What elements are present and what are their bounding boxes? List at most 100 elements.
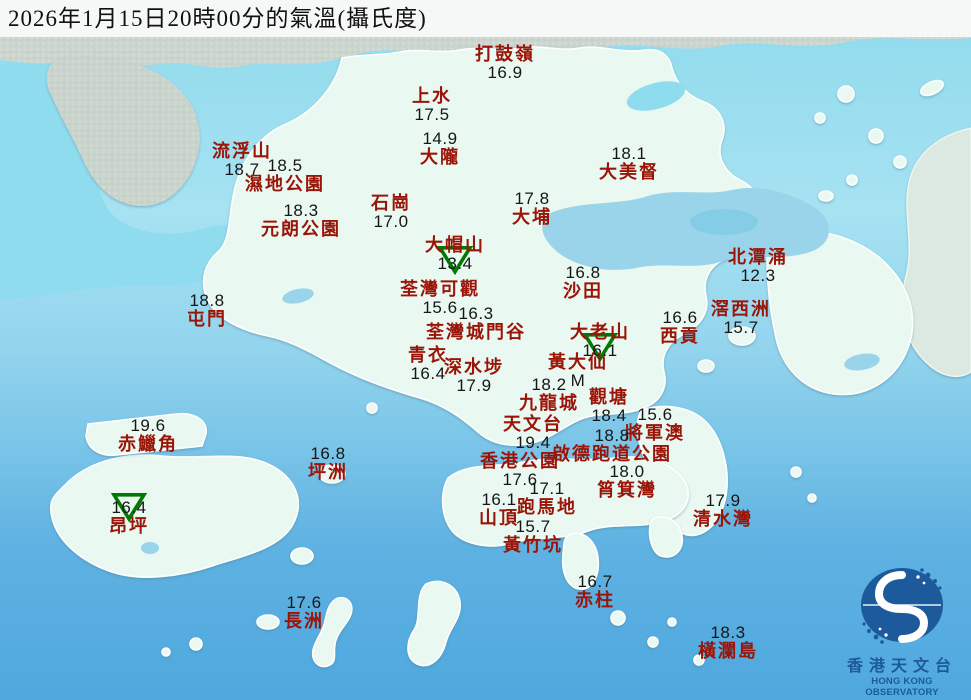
station-temperature: 16.7 [577,571,613,591]
station-temperature: 18.3 [710,622,746,642]
station-label: 17.6 長洲 [284,594,324,630]
station-temperature: 16.8 [310,443,346,463]
station-label: 15.7 黃竹坑 [503,518,563,554]
station-label: 16.4 昂坪 [109,493,149,536]
station-label: 18.8 啟德跑道公園 [552,427,672,463]
station-temperature: 14.9 [422,128,458,148]
station-temperature: 15.6 [637,404,673,424]
station-temperature: 16.3 [458,303,494,323]
station-name: 濕地公園 [245,173,325,194]
station-temperature: 16.8 [565,262,601,282]
station-label: 深水埗 17.9 [444,358,504,394]
station-label: 14.9 大隴 [420,130,460,166]
station-temperature: 18.8 [594,425,630,445]
station-name: 赤柱 [575,589,615,610]
station-name: 觀塘 [589,386,629,407]
station-label: 18.0 筲箕灣 [597,463,657,499]
station-temperature: 17.0 [373,211,409,231]
station-name: 滘西洲 [711,298,771,319]
station-label: 16.3 荃灣城門谷 [426,305,526,341]
station-label: 16.7 赤柱 [575,573,615,609]
station-label: 滘西洲 15.7 [711,300,771,336]
station-label: 觀塘 18.4 [589,388,629,424]
station-name: 大老山 [570,321,630,342]
station-name: 清水灣 [693,508,753,529]
station-label: 石崗 17.0 [371,194,411,230]
station-name: 橫瀾島 [698,640,758,661]
hko-logo: 香港天文台 HONG KONG OBSERVATORY [836,563,968,698]
hko-logo-icon [861,568,943,644]
station-temperature: 17.9 [456,375,492,395]
station-label: 北潭涌 12.3 [728,248,788,284]
station-label: 18.5 濕地公園 [245,157,325,193]
station-temperature: 16.4 [410,363,446,383]
station-label: 大帽山 13.4 [425,234,485,275]
hko-logo-chinese: 香港天文台 [846,658,957,675]
station-name: 昂坪 [109,515,149,536]
station-temperature: 18.0 [609,461,645,481]
station-temperature: 18.3 [283,200,319,220]
station-temperature: 19.6 [130,415,166,435]
station-label: 17.9 清水灣 [693,492,753,528]
station-temperature: 16.1 [481,489,517,509]
station-label: 16.6 西貢 [660,309,700,345]
station-temperature: 12.3 [740,265,776,285]
station-temperature: 13.4 [437,253,473,273]
station-temperature: 15.7 [515,516,551,536]
station-name: 大隴 [420,146,460,167]
station-name: 打鼓嶺 [475,43,535,64]
hko-logo-english: HONG KONG OBSERVATORY [865,676,939,698]
station-name: 坪洲 [308,461,348,482]
station-temperature: 15.7 [723,317,759,337]
station-name: 深水埗 [444,356,504,377]
station-label: 打鼓嶺 16.9 [475,45,535,81]
station-name: 西貢 [660,325,700,346]
station-temperature: 16.6 [662,307,698,327]
station-label: 上水 17.5 [412,87,452,123]
station-temperature: 17.5 [414,104,450,124]
station-name: 香港公園 [480,450,560,471]
station-name: 黃大仙 [548,351,608,372]
station-name: 石崗 [371,192,411,213]
station-label: 16.8 沙田 [563,264,603,300]
station-name: 九龍城 [519,392,579,413]
station-temperature: 18.5 [267,155,303,175]
station-label: 18.3 橫瀾島 [698,624,758,660]
station-name: 赤鱲角 [118,433,178,454]
station-temperature: 16.9 [487,62,523,82]
station-temperature: 18.1 [611,143,647,163]
station-name: 沙田 [563,280,603,301]
station-temperature: 17.8 [514,188,550,208]
station-name: 荃灣城門谷 [426,321,526,342]
station-temperature: 16.4 [111,497,147,517]
station-temperature: 18.2 [531,374,567,394]
station-label: 17.8 大埔 [512,190,552,226]
station-name: 大帽山 [425,234,485,255]
station-temperature: 18.4 [591,405,627,425]
station-label: 19.6 赤鱲角 [118,417,178,453]
station-temperature: 18.8 [189,290,225,310]
station-temperature: 17.6 [286,592,322,612]
station-label: 17.1 跑馬地 [517,480,577,516]
station-name: 筲箕灣 [597,479,657,500]
hko-temperature-map-page: 2026年1月15日20時00分的氣溫(攝氏度) 打鼓嶺 16.9 上水 17.5 14… [0,0,971,700]
station-label: 18.3 元朗公園 [261,202,341,238]
station-temperature: 17.1 [529,478,565,498]
station-layer: 打鼓嶺 16.9 上水 17.5 14.9 大隴 流浮山 18.7 18.5 濕地公園 18.1 大美… [0,0,971,700]
station-name: 跑馬地 [517,496,577,517]
station-name: 黃竹坑 [503,534,563,555]
map-title: 2026年1月15日20時00分的氣溫(攝氏度) [0,0,971,37]
station-temperature: 17.9 [705,490,741,510]
station-name: 青衣 [408,344,448,365]
station-label: 18.2 九龍城 [519,376,579,412]
station-name: 大埔 [512,206,552,227]
station-name: 北潭涌 [728,246,788,267]
station-name: 荃灣可觀 [400,278,480,299]
station-name: 大美督 [599,161,659,182]
station-label: 16.8 坪洲 [308,445,348,481]
station-name: 元朗公園 [261,218,341,239]
station-label: 青衣 16.4 [408,346,448,382]
station-label: 18.8 屯門 [187,292,227,328]
station-name: 長洲 [284,610,324,631]
station-name: 上水 [412,85,452,106]
